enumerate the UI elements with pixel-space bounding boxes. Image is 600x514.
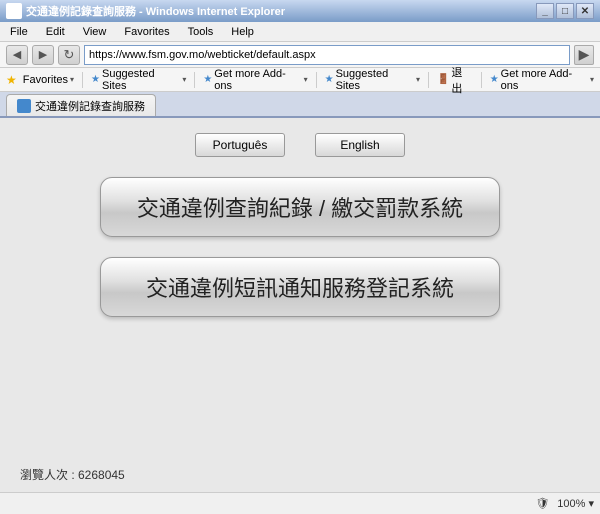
favorites-star-icon: ★	[6, 73, 17, 87]
tab-bar: 交通違例記錄查詢服務	[0, 92, 600, 118]
fav-separator-5	[481, 72, 482, 88]
visitor-count-label: 瀏覽人次 : 6268045	[20, 468, 125, 482]
addons-dropdown-icon: ▾	[304, 75, 308, 84]
favorites-button[interactable]: Favorites ▾	[23, 74, 74, 86]
status-bar: 🛡 100% ▾	[0, 492, 600, 514]
suggested-sites-2-icon: ★	[325, 74, 334, 85]
favorites-bar: ★ Favorites ▾ ★ Suggested Sites ▾ ★ Get …	[0, 68, 600, 92]
favorites-dropdown-icon: ▾	[70, 75, 74, 84]
window-icon	[6, 3, 22, 19]
tab-label: 交通違例記錄查詢服務	[35, 98, 145, 114]
addons-2-icon: ★	[490, 74, 499, 85]
suggested-sites-dropdown-icon: ▾	[182, 75, 186, 84]
fav-separator-1	[82, 72, 83, 88]
menu-tools[interactable]: Tools	[184, 24, 218, 40]
minimize-button[interactable]: _	[536, 3, 554, 19]
addons-icon: ★	[203, 74, 212, 85]
forward-button[interactable]: ▶	[32, 45, 54, 65]
suggested-sites-icon: ★	[91, 74, 100, 85]
address-bar: ◀ ▶ ↻ ▶	[0, 42, 600, 68]
addons-2-dropdown-icon: ▾	[590, 75, 594, 84]
tab-favicon	[17, 99, 31, 113]
close-button[interactable]: ✕	[576, 3, 594, 19]
menu-favorites[interactable]: Favorites	[120, 24, 173, 40]
refresh-button[interactable]: ↻	[58, 45, 80, 65]
menu-help[interactable]: Help	[227, 24, 258, 40]
exit-button[interactable]: 🚪 退出	[437, 64, 473, 96]
exit-icon: 🚪	[437, 74, 449, 85]
lang-english-button[interactable]: English	[315, 133, 405, 157]
sms-registration-button[interactable]: 交通違例短訊通知服務登記系統	[100, 257, 500, 317]
main-buttons-container: 交通違例查詢紀錄 / 繳交罰款系統 交通違例短訊通知服務登記系統	[20, 177, 580, 317]
menu-bar: File Edit View Favorites Tools Help	[0, 22, 600, 42]
menu-view[interactable]: View	[79, 24, 111, 40]
suggested-sites-2-button[interactable]: ★ Suggested Sites ▾	[325, 68, 420, 92]
page-content: Português English 交通違例查詢紀錄 / 繳交罰款系統 交通違例…	[0, 118, 600, 498]
suggested-sites-2-dropdown-icon: ▾	[416, 75, 420, 84]
window-title: 交通違例記錄查詢服務 - Windows Internet Explorer	[26, 3, 285, 19]
back-button[interactable]: ◀	[6, 45, 28, 65]
address-input[interactable]	[84, 45, 570, 65]
maximize-button[interactable]: □	[556, 3, 574, 19]
window-controls: _ □ ✕	[536, 3, 594, 19]
fav-separator-4	[428, 72, 429, 88]
go-button[interactable]: ▶	[574, 45, 594, 65]
visitor-count: 瀏覽人次 : 6268045	[20, 466, 125, 483]
query-system-button[interactable]: 交通違例查詢紀錄 / 繳交罰款系統	[100, 177, 500, 237]
fav-separator-3	[316, 72, 317, 88]
get-addons-2-button[interactable]: ★ Get more Add-ons ▾	[490, 68, 594, 92]
fav-separator-2	[194, 72, 195, 88]
get-addons-button[interactable]: ★ Get more Add-ons ▾	[203, 68, 307, 92]
menu-file[interactable]: File	[6, 24, 32, 40]
lang-portuguese-button[interactable]: Português	[195, 133, 285, 157]
tab-main[interactable]: 交通違例記錄查詢服務	[6, 94, 156, 116]
title-bar: 交通違例記錄查詢服務 - Windows Internet Explorer _…	[0, 0, 600, 22]
protected-mode-icon: 🛡	[535, 497, 549, 510]
zoom-level: 100% ▾	[557, 497, 594, 510]
suggested-sites-button[interactable]: ★ Suggested Sites ▾	[91, 68, 186, 92]
menu-edit[interactable]: Edit	[42, 24, 69, 40]
language-buttons: Português English	[20, 128, 580, 157]
